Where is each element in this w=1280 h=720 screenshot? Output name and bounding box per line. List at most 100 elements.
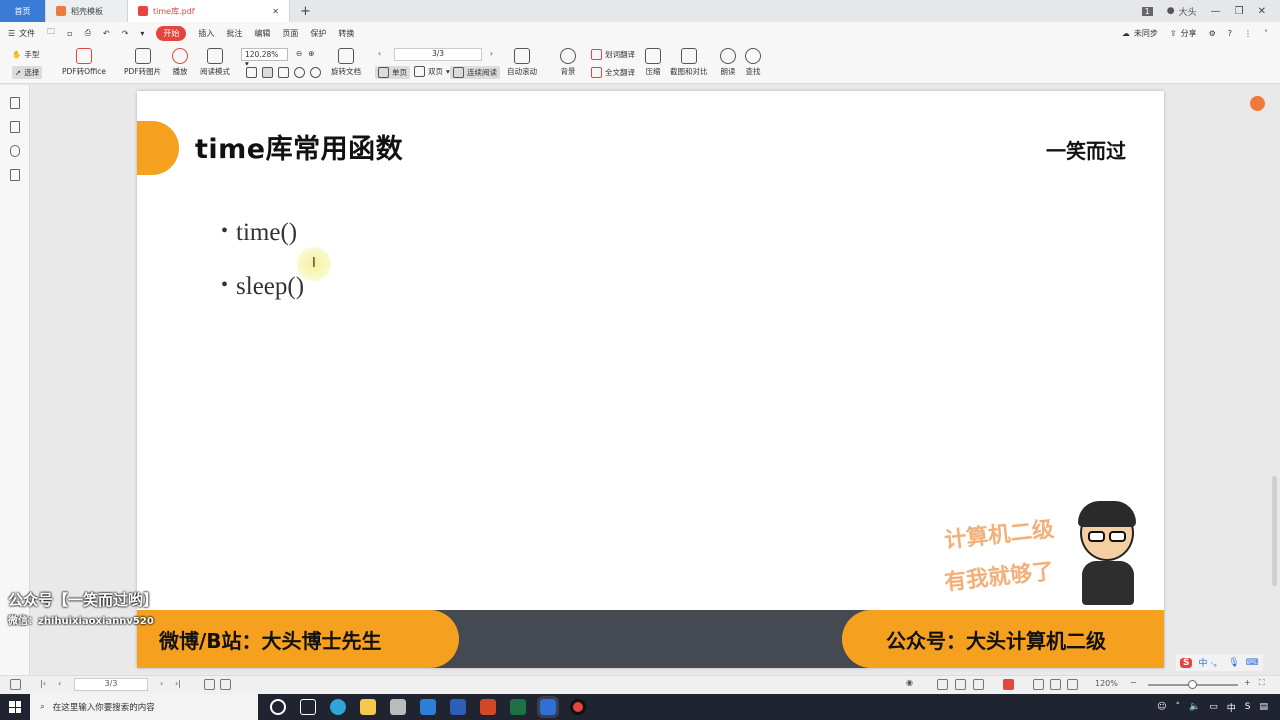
actual-size-status-icon[interactable] [1067,679,1078,690]
actual-size-icon[interactable] [278,67,289,78]
excel-icon[interactable] [510,699,526,715]
save-icon[interactable]: ▫ [67,29,72,38]
volume-icon[interactable]: 🔈 [1189,702,1200,712]
zoom-level[interactable]: 120% [1095,679,1118,688]
menu-protect[interactable]: 保护 [310,28,326,39]
wps-icon[interactable] [537,696,559,718]
collapse-ribbon-icon[interactable]: ˄ [1264,29,1268,38]
store-icon[interactable] [390,699,406,715]
help-icon[interactable]: ? [1228,29,1232,38]
background-button[interactable]: 背景 [560,48,576,77]
recorder-icon[interactable] [570,699,586,715]
fit-page-status-icon[interactable] [1033,679,1044,690]
tray-overflow-icon[interactable]: ˄ [1176,702,1181,712]
word-translate-button[interactable]: 划词翻译 [591,49,635,60]
select-tool[interactable]: ➚ 选择 [12,66,43,79]
notification-icon[interactable]: ▤ [1259,702,1268,712]
task-view-icon[interactable] [300,699,316,715]
mail-icon[interactable] [420,699,436,715]
thumbnail-icon[interactable] [10,121,20,133]
next-page-icon[interactable]: › [160,679,163,688]
double-page-button[interactable]: 双页 ▾ [414,66,450,77]
double-view-icon[interactable] [955,679,966,690]
attachment-icon[interactable] [10,145,20,157]
vertical-scrollbar[interactable] [1272,476,1277,586]
rotate-document-button[interactable]: 旋转文档 [331,48,361,77]
full-translate-button[interactable]: 全文翻译 [591,67,635,78]
fit-page-icon[interactable] [246,67,257,78]
user-avatar[interactable]: ● 大头 [1167,5,1197,18]
status-page-input[interactable]: 3/3 [74,678,148,691]
print-icon[interactable]: ⎙ [85,28,91,38]
new-tab-button[interactable]: + [290,0,321,22]
fit-width-status-icon[interactable] [1050,679,1061,690]
export-page-icon[interactable] [220,679,231,690]
next-page-button[interactable]: › [490,49,493,58]
word-icon[interactable] [450,699,466,715]
start-button[interactable] [0,701,30,713]
tab-close-icon[interactable]: ✕ [272,7,279,16]
first-page-icon[interactable]: |‹ [40,679,46,688]
settings-icon[interactable]: ⚙ [1209,29,1216,38]
tray-person-icon[interactable]: ☺ [1157,702,1166,712]
undo-icon[interactable]: ↶ [103,29,110,38]
minimize-icon[interactable]: — [1211,6,1221,17]
menu-start[interactable]: 开始 [156,25,187,41]
ime-toolbar[interactable]: S 中 ·。 🎙 ⌨ [1176,654,1263,671]
play-button[interactable]: 播放 [172,48,188,77]
book-view-icon[interactable] [973,679,984,690]
notification-badge[interactable]: 1 [1141,6,1153,16]
ime-indicator[interactable]: 中 [1227,701,1236,714]
quick-access-dropdown-icon[interactable]: ▾ [140,29,144,38]
tab-document[interactable]: time库.pdf ✕ [128,0,290,22]
cortana-icon[interactable] [270,699,286,715]
prev-page-icon[interactable]: ‹ [58,679,61,688]
read-mode-button[interactable]: 阅读模式 [200,48,230,77]
bookmark-icon[interactable] [10,97,20,109]
pdf-to-image-button[interactable]: PDF转图片 [124,48,161,77]
restore-icon[interactable]: ❐ [1235,6,1244,17]
taskbar-search[interactable]: ⌕ 在这里输入你要搜索的内容 [30,694,258,720]
menu-insert[interactable]: 插入 [198,28,214,39]
powerpoint-icon[interactable] [480,699,496,715]
compress-button[interactable]: 压缩 [645,48,661,77]
menu-edit[interactable]: 编辑 [254,28,270,39]
network-icon[interactable]: ▭ [1209,702,1218,712]
tab-home[interactable]: 首页 [0,0,46,22]
open-icon[interactable]: 🗀 [47,26,55,40]
file-menu[interactable]: ☰ 文件 [8,28,35,39]
sogou-tray-icon[interactable]: S [1245,702,1251,712]
more-icon[interactable]: ⋮ [1244,29,1252,38]
eye-protect-icon[interactable]: ◉ [906,678,913,687]
tab-docer-templates[interactable]: 稻壳模板 [46,0,128,22]
menu-annotate[interactable]: 批注 [226,28,242,39]
zoom-slider-knob[interactable] [1188,680,1197,689]
single-view-icon[interactable] [937,679,948,690]
fullscreen-icon[interactable]: ⛶ [1259,678,1265,688]
page-number-input[interactable]: 3/3 [394,48,482,61]
close-window-icon[interactable]: ✕ [1258,6,1266,17]
edge-icon[interactable] [330,699,346,715]
sync-status[interactable]: ☁ 未同步 [1122,28,1158,39]
rotate-left-icon[interactable] [294,67,305,78]
rotate-right-icon[interactable] [310,67,321,78]
continuous-read-button[interactable]: 连续阅读 [450,66,500,79]
zoom-out-icon[interactable]: ⊖ [296,49,302,58]
signature-icon[interactable] [10,169,20,181]
add-page-icon[interactable] [204,679,215,690]
fit-width-icon[interactable] [262,67,273,78]
share-button[interactable]: ⇪ 分享 [1170,28,1197,39]
zoom-in-icon[interactable]: ⊕ [308,49,314,58]
play-mode-icon[interactable] [1003,679,1014,690]
prev-page-button[interactable]: ‹ [378,49,381,58]
assistant-icon[interactable] [1250,96,1265,111]
zoom-in-status-icon[interactable]: + [1244,678,1251,687]
zoom-input[interactable]: 120.28% ▾ [241,48,288,68]
menu-convert[interactable]: 转换 [338,28,354,39]
screenshot-compare-button[interactable]: 截图和对比 [670,48,708,77]
sidebar-toggle-icon[interactable] [10,679,21,690]
auto-scroll-button[interactable]: 自动滚动 [507,48,537,77]
read-aloud-button[interactable]: 朗读 [720,48,736,77]
menu-page[interactable]: 页面 [282,28,298,39]
file-explorer-icon[interactable] [360,699,376,715]
